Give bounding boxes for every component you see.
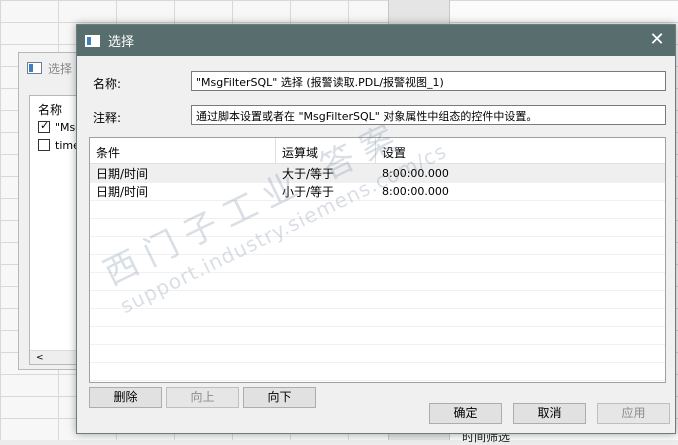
table-header: 条件 运算域 设置 [90, 138, 665, 164]
ok-button[interactable]: 确定 [429, 403, 502, 424]
cell-operator: 大于/等于 [282, 166, 335, 181]
cell-operator: 小于/等于 [282, 184, 335, 199]
cell-setting: 8:00:00.000 [382, 166, 449, 180]
cancel-button[interactable]: 取消 [513, 403, 586, 424]
table-row[interactable]: 日期/时间 小于/等于 8:00:00.000 [90, 182, 665, 200]
comment-field[interactable]: 通过脚本设置或者在 "MsgFilterSQL" 对象属性中组态的控件中设置。 [191, 105, 666, 125]
column-header-setting[interactable]: 设置 [376, 138, 665, 163]
scroll-left-icon[interactable]: < [36, 353, 44, 363]
table-row[interactable]: 日期/时间 大于/等于 8:00:00.000 [90, 164, 665, 182]
window-icon [85, 34, 100, 47]
move-down-button[interactable]: 向下 [243, 387, 316, 408]
select-dialog: 选择 ✕ 名称: "MsgFilterSQL" 选择 (报警读取.PDL/报警视… [76, 24, 676, 434]
column-header-operator[interactable]: 运算域 [276, 138, 376, 163]
column-header-condition[interactable]: 条件 [90, 138, 276, 163]
cell-condition: 日期/时间 [96, 166, 149, 181]
back-dialog-title: 选择 [48, 61, 73, 76]
cell-condition: 日期/时间 [96, 184, 149, 199]
checkbox-checked[interactable] [38, 119, 50, 133]
condition-table: 条件 运算域 设置 日期/时间 大于/等于 8:00:00.000 日期/时间 … [89, 137, 666, 383]
window-icon [27, 62, 42, 74]
name-label: 名称: [93, 77, 122, 91]
apply-button[interactable]: 应用 [597, 403, 670, 424]
dialog-titlebar[interactable]: 选择 [77, 25, 675, 56]
dialog-title: 选择 [108, 35, 135, 50]
cell-setting: 8:00:00.000 [382, 184, 449, 198]
delete-button[interactable]: 删除 [89, 387, 162, 408]
move-up-button[interactable]: 向上 [166, 387, 239, 408]
comment-label: 注释: [93, 111, 122, 125]
name-field[interactable]: "MsgFilterSQL" 选择 (报警读取.PDL/报警视图_1) [191, 71, 666, 91]
close-icon[interactable]: ✕ [645, 29, 669, 51]
checkbox-unchecked[interactable] [38, 139, 50, 151]
